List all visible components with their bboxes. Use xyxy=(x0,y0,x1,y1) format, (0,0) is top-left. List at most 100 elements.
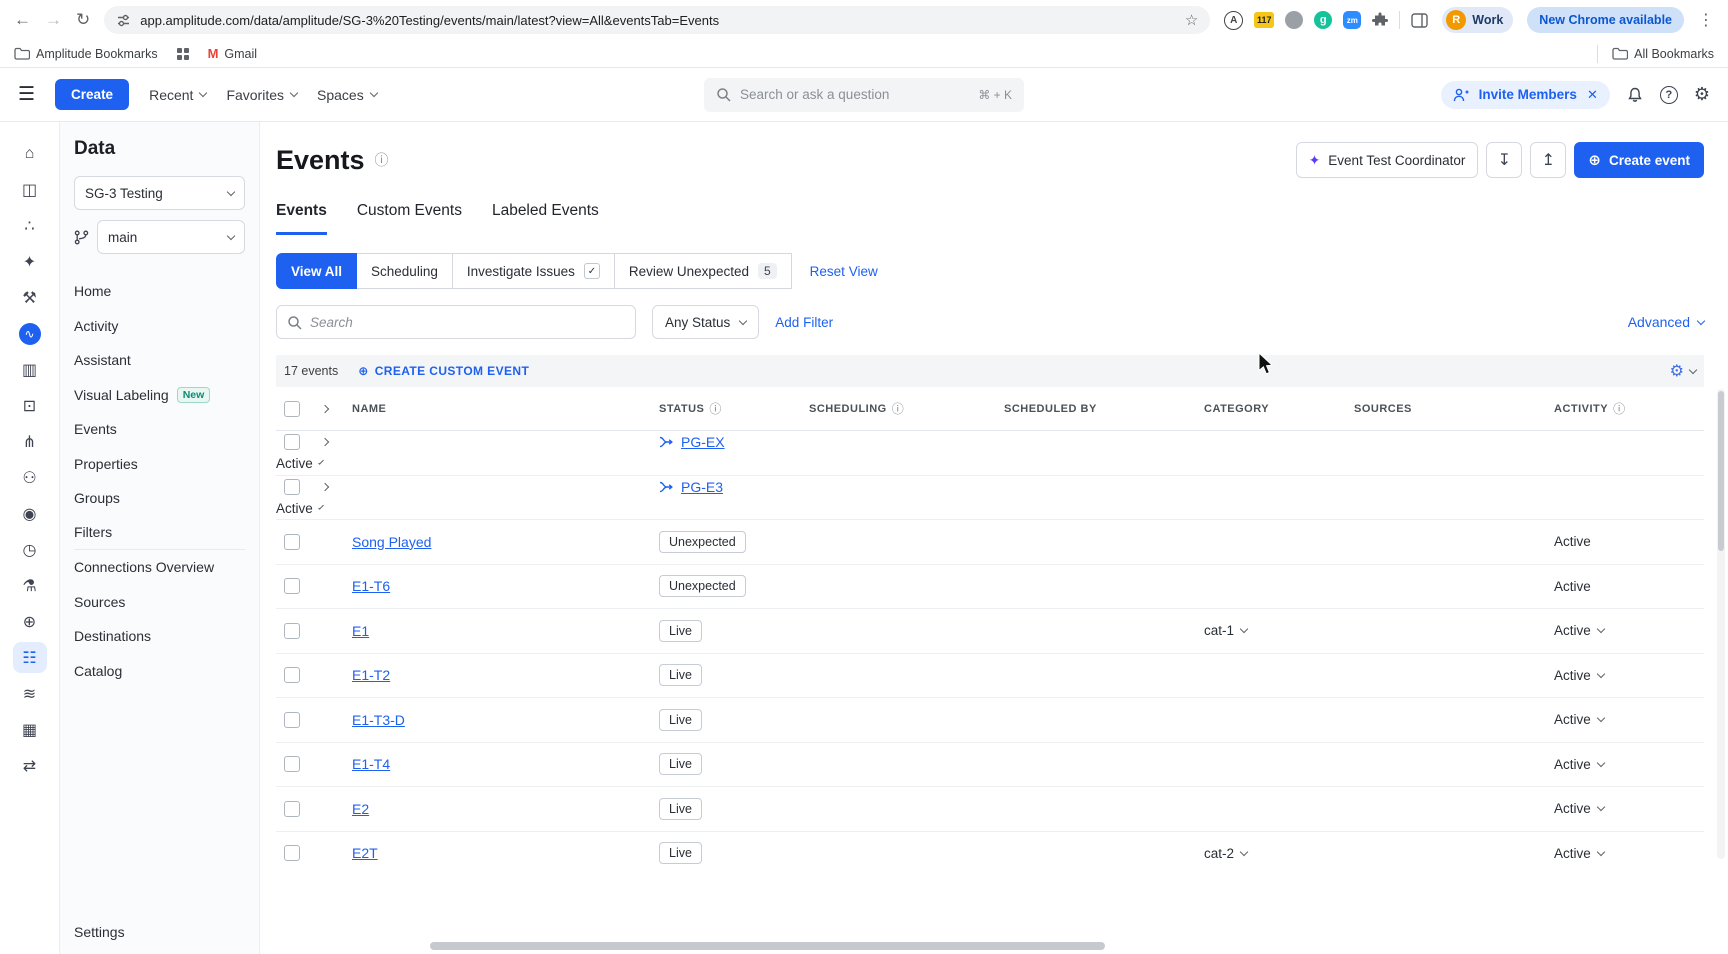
info-icon[interactable]: ⓘ xyxy=(375,150,389,170)
row-checkbox[interactable] xyxy=(284,712,300,728)
column-header[interactable]: SCHEDULING ⓘ xyxy=(809,400,1004,417)
row-checkbox[interactable] xyxy=(284,623,300,639)
bookmark-folder[interactable]: Amplitude Bookmarks xyxy=(14,47,158,61)
replay-icon[interactable]: ◉ xyxy=(13,498,47,529)
status-badge[interactable]: Live xyxy=(659,620,702,642)
column-header[interactable]: SCHEDULED BY xyxy=(1004,403,1204,415)
status-badge[interactable]: Live xyxy=(659,798,702,820)
back-icon[interactable]: ← xyxy=(14,10,31,30)
row-checkbox[interactable] xyxy=(284,578,300,594)
adblock-badge-icon[interactable]: 117 xyxy=(1254,12,1274,28)
column-header[interactable]: SOURCES xyxy=(1354,403,1554,415)
event-name-link[interactable]: PG-EX xyxy=(659,434,809,450)
global-search[interactable]: ⌘ + K xyxy=(704,78,1024,112)
activity-cell[interactable]: Active xyxy=(1554,534,1704,549)
add-filter-link[interactable]: Add Filter xyxy=(775,315,833,330)
url-text[interactable]: app.amplitude.com/data/amplitude/SG-3%20… xyxy=(140,13,1176,28)
advanced-dropdown[interactable]: Advanced xyxy=(1628,314,1704,330)
sidebar-item[interactable]: Groups xyxy=(74,481,245,516)
activity-cell[interactable]: Active xyxy=(1554,801,1704,816)
status-badge[interactable]: Live xyxy=(659,842,702,864)
activity-cell[interactable]: Active xyxy=(1554,668,1704,683)
activity-cell[interactable]: Active xyxy=(1554,579,1704,594)
sidebar-item[interactable]: Sources xyxy=(74,585,245,620)
header-menu[interactable]: Favorites xyxy=(226,87,297,103)
dismiss-invite-icon[interactable]: ✕ xyxy=(1587,87,1598,103)
cohorts-icon[interactable]: ⚇ xyxy=(13,462,47,493)
settings-gear-icon[interactable]: ⚙ xyxy=(1694,84,1710,105)
status-badge[interactable]: Unexpected xyxy=(659,575,746,597)
hamburger-menu-icon[interactable]: ☰ xyxy=(18,83,35,106)
category-dropdown[interactable]: cat-1 xyxy=(1204,623,1247,638)
activity-cell[interactable]: Active xyxy=(1554,846,1704,861)
sidebar-item[interactable]: Home xyxy=(74,274,245,309)
events-search-input[interactable] xyxy=(310,315,625,330)
side-panel-icon[interactable] xyxy=(1411,13,1428,28)
select-all-checkbox[interactable] xyxy=(284,401,300,417)
tab[interactable]: Events xyxy=(276,202,327,235)
event-name-link[interactable]: E1-T4 xyxy=(352,756,659,772)
sidebar-item[interactable]: Filters xyxy=(74,516,245,551)
event-test-coordinator-button[interactable]: ✦ Event Test Coordinator xyxy=(1296,142,1479,178)
event-name-link[interactable]: PG-E3 xyxy=(659,479,809,495)
site-settings-icon[interactable] xyxy=(116,13,131,28)
sidebar-item-settings[interactable]: Settings xyxy=(74,924,245,940)
toolbox-icon[interactable]: ⚒ xyxy=(13,282,47,313)
row-expander-icon[interactable] xyxy=(321,482,329,490)
journeys-icon[interactable]: ∴ xyxy=(13,210,47,241)
puzzle-icon[interactable] xyxy=(1372,12,1388,28)
sidebar-item[interactable]: Assistant xyxy=(74,343,245,378)
import-download-button[interactable]: ↧ xyxy=(1486,142,1522,178)
reset-view-link[interactable]: Reset View xyxy=(810,264,878,279)
tab[interactable]: Labeled Events xyxy=(492,202,599,235)
compare-icon[interactable]: ⇄ xyxy=(13,750,47,781)
view-filter-button[interactable]: Investigate Issues ✓ xyxy=(452,253,615,289)
sidebar-item[interactable]: Activity xyxy=(74,309,245,344)
address-bar[interactable]: app.amplitude.com/data/amplitude/SG-3%20… xyxy=(104,6,1210,34)
event-name-link[interactable]: E1-T2 xyxy=(352,667,659,683)
apps-grid-icon[interactable] xyxy=(176,47,190,61)
status-badge[interactable]: Unexpected xyxy=(659,531,746,553)
extension-gray-icon[interactable] xyxy=(1285,11,1303,29)
sidebar-item[interactable]: Events xyxy=(74,412,245,447)
category-dropdown[interactable]: cat-2 xyxy=(1204,846,1247,861)
bookmark-star-icon[interactable]: ☆ xyxy=(1185,11,1198,29)
experiment-icon[interactable]: ⚗ xyxy=(13,570,47,601)
project-selector[interactable]: SG-3 Testing xyxy=(74,176,245,210)
view-filter-button[interactable]: Review Unexpected 5 xyxy=(614,253,792,289)
zoom-icon[interactable]: zm xyxy=(1343,11,1361,29)
status-badge[interactable]: Live xyxy=(659,664,702,686)
row-checkbox[interactable] xyxy=(284,434,300,450)
global-search-input[interactable] xyxy=(740,87,969,102)
create-custom-event-link[interactable]: ⊕ CREATE CUSTOM EVENT xyxy=(358,364,529,378)
help-icon[interactable]: ? xyxy=(1660,86,1678,104)
activity-cell[interactable]: Active xyxy=(276,456,322,471)
create-event-button[interactable]: ⊕ Create event xyxy=(1574,142,1704,178)
chart-builder-icon[interactable]: ◫ xyxy=(13,174,47,205)
browser-menu-icon[interactable]: ⋮ xyxy=(1698,10,1714,30)
sidebar-item[interactable]: Destinations xyxy=(74,619,245,654)
column-header[interactable]: STATUS ⓘ xyxy=(659,400,809,417)
event-name-link[interactable]: E1 xyxy=(352,623,659,639)
funnel-icon[interactable]: ⋔ xyxy=(13,426,47,457)
status-badge[interactable]: Live xyxy=(659,709,702,731)
view-filter-button[interactable]: Scheduling xyxy=(356,253,453,289)
all-bookmarks[interactable]: All Bookmarks xyxy=(1612,47,1714,61)
grammarly-icon[interactable]: g xyxy=(1314,11,1332,29)
notifications-bell-icon[interactable] xyxy=(1626,86,1644,104)
horizontal-scrollbar-thumb[interactable] xyxy=(430,942,1105,950)
row-checkbox[interactable] xyxy=(284,756,300,772)
sidebar-item[interactable]: Properties xyxy=(74,447,245,482)
reload-icon[interactable]: ↻ xyxy=(76,10,90,30)
events-search[interactable] xyxy=(276,305,636,339)
event-name-link[interactable]: E1-T6 xyxy=(352,578,659,594)
sessions-icon[interactable]: ⊡ xyxy=(13,390,47,421)
chrome-update-button[interactable]: New Chrome available xyxy=(1527,7,1684,33)
activity-cell[interactable]: Active xyxy=(1554,757,1704,772)
column-header[interactable]: CATEGORY xyxy=(1204,403,1354,415)
data-icon[interactable]: ☷ xyxy=(13,642,47,673)
event-name-link[interactable]: E2T xyxy=(352,845,659,861)
vertical-scrollbar[interactable] xyxy=(1717,389,1725,859)
table-settings-dropdown[interactable]: ⚙ xyxy=(1670,361,1696,381)
info-icon[interactable]: ⓘ xyxy=(1613,400,1626,417)
